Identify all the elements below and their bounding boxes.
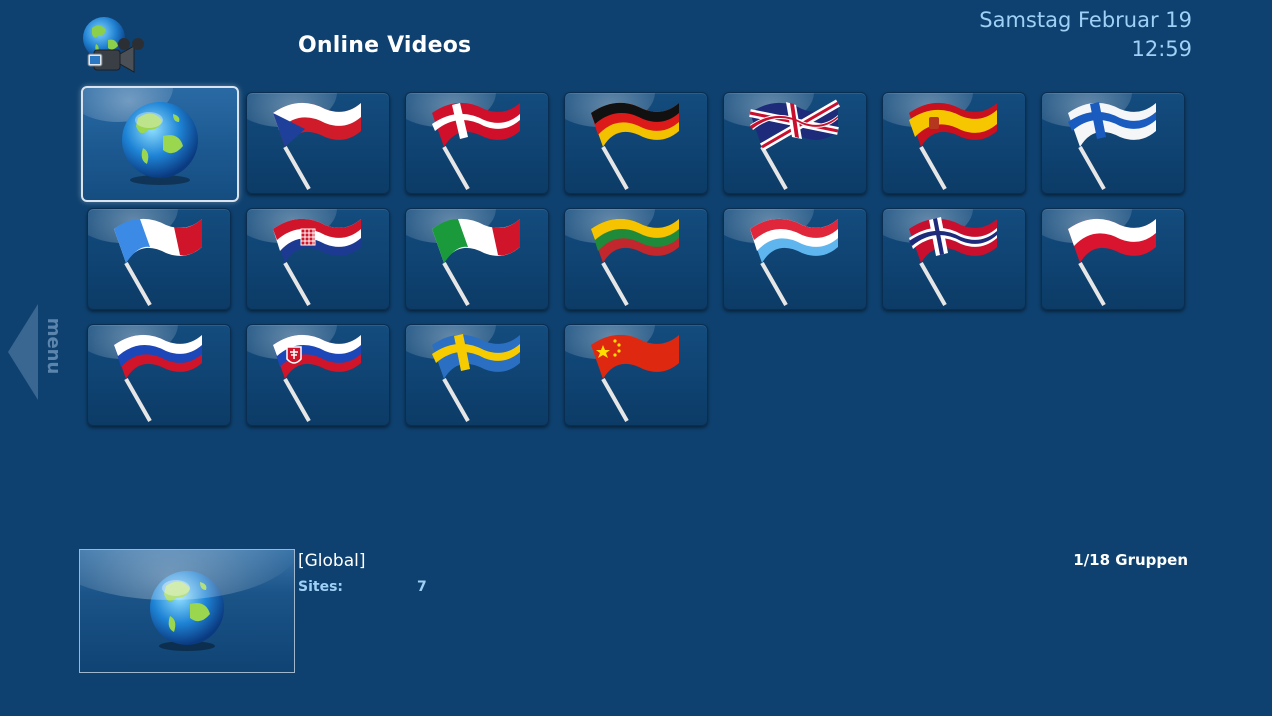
flag-sweden-icon — [432, 334, 520, 422]
flag-croatia-icon — [273, 218, 361, 306]
side-menu-tab[interactable]: menu — [4, 300, 64, 404]
date-display: Samstag Februar 19 — [979, 8, 1192, 32]
flag-poland-icon — [1068, 218, 1156, 306]
flag-russia-icon — [114, 334, 202, 422]
group-tile-russia[interactable] — [87, 324, 231, 426]
group-tile-germany[interactable] — [564, 92, 708, 194]
group-tile-finland[interactable] — [1041, 92, 1185, 194]
flag-italy-icon — [432, 218, 520, 306]
flag-lithuania-icon — [591, 218, 679, 306]
group-tile-luxembourg[interactable] — [723, 208, 867, 310]
group-tile-china[interactable] — [564, 324, 708, 426]
group-tile-italy[interactable] — [405, 208, 549, 310]
flag-france-icon — [114, 218, 202, 306]
page-title: Online Videos — [298, 33, 472, 58]
flag-czech-icon — [273, 102, 361, 190]
group-tile-global[interactable] — [81, 86, 239, 202]
sites-count: 7 — [417, 579, 427, 595]
menu-label: menu — [43, 318, 62, 375]
group-tile-slovakia[interactable] — [246, 324, 390, 426]
left-arrow-icon — [8, 304, 38, 400]
flag-denmark-icon — [432, 102, 520, 190]
sites-label: Sites: — [298, 579, 344, 595]
globe-icon — [122, 102, 198, 185]
flag-norway-icon — [909, 217, 997, 306]
flag-germany-icon — [591, 102, 679, 190]
group-tile-poland[interactable] — [1041, 208, 1185, 310]
globe-camera-icon — [80, 14, 146, 76]
time-display: 12:59 — [1131, 37, 1192, 61]
group-tile-denmark[interactable] — [405, 92, 549, 194]
group-tile-france[interactable] — [87, 208, 231, 310]
flag-china-icon — [591, 334, 679, 422]
flag-finland-icon — [1068, 102, 1156, 190]
flag-uk-icon — [749, 99, 841, 190]
group-tile-croatia[interactable] — [246, 208, 390, 310]
group-tile-czech[interactable] — [246, 92, 390, 194]
group-count-status: 1/18 Gruppen — [1073, 551, 1188, 569]
group-tile-spain[interactable] — [882, 92, 1026, 194]
flag-luxembourg-icon — [750, 218, 838, 306]
group-tile-sweden[interactable] — [405, 324, 549, 426]
flag-slovakia-icon — [273, 334, 361, 422]
group-preview-image — [79, 549, 295, 673]
group-tile-norway[interactable] — [882, 208, 1026, 310]
group-tile-uk[interactable] — [723, 92, 867, 194]
flag-spain-icon — [909, 102, 997, 190]
group-name: [Global] — [298, 551, 366, 571]
group-tile-lithuania[interactable] — [564, 208, 708, 310]
